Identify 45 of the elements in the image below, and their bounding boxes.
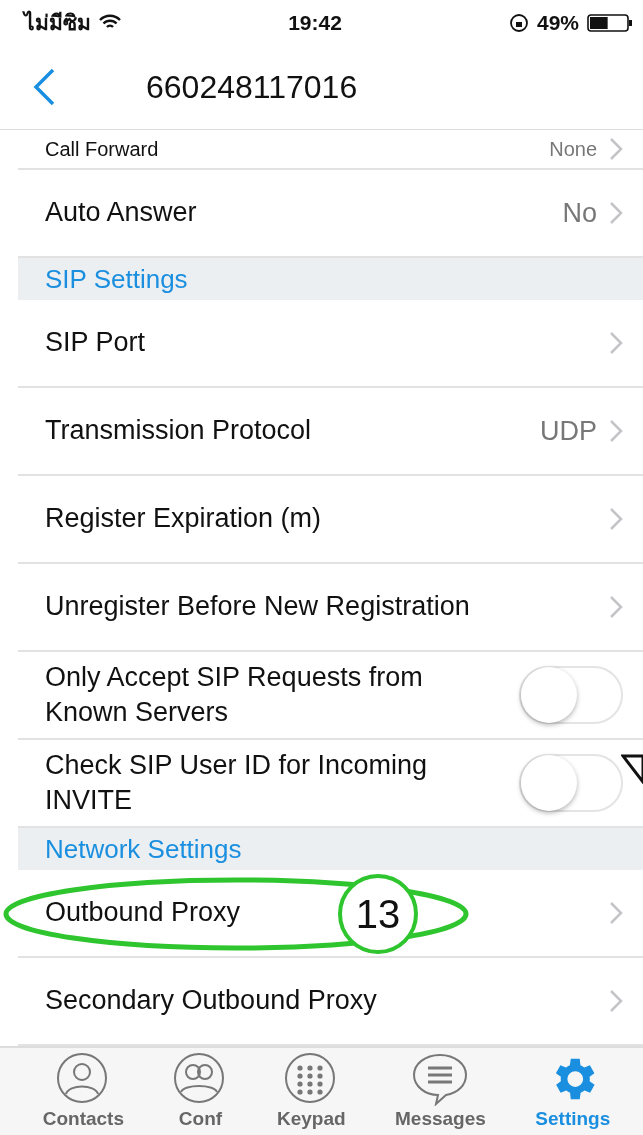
speech-bubble-icon xyxy=(411,1052,470,1106)
row-label: Outbound Proxy xyxy=(45,896,241,930)
chevron-icon xyxy=(609,989,623,1013)
page-title: 660248117016 xyxy=(146,68,358,106)
back-icon[interactable] xyxy=(32,67,56,107)
chevron-icon xyxy=(609,137,623,161)
battery-percent: 49% xyxy=(536,10,579,35)
settings-row[interactable]: Register Expiration (m) xyxy=(18,476,643,564)
row-label: Unregister Before New Registration xyxy=(45,590,470,624)
settings-row[interactable]: Outbound Proxy 13 xyxy=(18,870,643,958)
row-value: No xyxy=(562,197,597,229)
battery-icon xyxy=(587,12,633,33)
row-label: Only Accept SIP Requests from Known Servers xyxy=(45,660,424,729)
chevron-icon xyxy=(609,201,623,225)
row-label: Register Expiration (m) xyxy=(45,502,322,536)
tab-button[interactable]: Contacts xyxy=(42,1052,124,1135)
chevron-icon xyxy=(609,507,623,531)
tab-button[interactable]: Conf xyxy=(173,1052,228,1135)
row-label: Call Forward xyxy=(45,137,159,162)
settings-row[interactable]: Transmission Protocol UDP xyxy=(18,388,643,476)
tab-button[interactable]: Keypad xyxy=(276,1052,346,1135)
clock-text: 19:42 xyxy=(288,10,342,35)
chevron-icon xyxy=(609,331,623,355)
tab-button[interactable]: Messages xyxy=(395,1052,486,1135)
settings-row[interactable]: Call Forward None xyxy=(18,130,643,170)
row-label: Auto Answer xyxy=(45,196,197,230)
chevron-icon xyxy=(609,595,623,619)
row-label: Secondary Outbound Proxy xyxy=(45,984,377,1018)
row-value: UDP xyxy=(540,415,597,447)
section-title: SIP Settings xyxy=(45,263,188,295)
chevron-icon xyxy=(609,419,623,443)
toggle-switch[interactable] xyxy=(519,666,623,724)
settings-row[interactable]: SIP Port xyxy=(18,300,643,388)
row-value: None xyxy=(549,137,597,161)
row-label: SIP Port xyxy=(45,326,146,360)
chevron-icon xyxy=(609,901,623,925)
section-title: Network Settings xyxy=(45,833,242,865)
row-label: Check SIP User ID for Incoming INVITE xyxy=(45,748,429,817)
rotation-lock-icon xyxy=(508,12,529,33)
settings-row[interactable]: Unregister Before New Registration xyxy=(18,564,643,652)
row-label: Transmission Protocol xyxy=(45,414,312,448)
callout-badge: 13 xyxy=(338,874,418,954)
toggle-switch[interactable] xyxy=(519,754,623,812)
carrier-text: ไม่มีซิม xyxy=(24,9,91,36)
triangle-marker-icon xyxy=(621,754,643,784)
